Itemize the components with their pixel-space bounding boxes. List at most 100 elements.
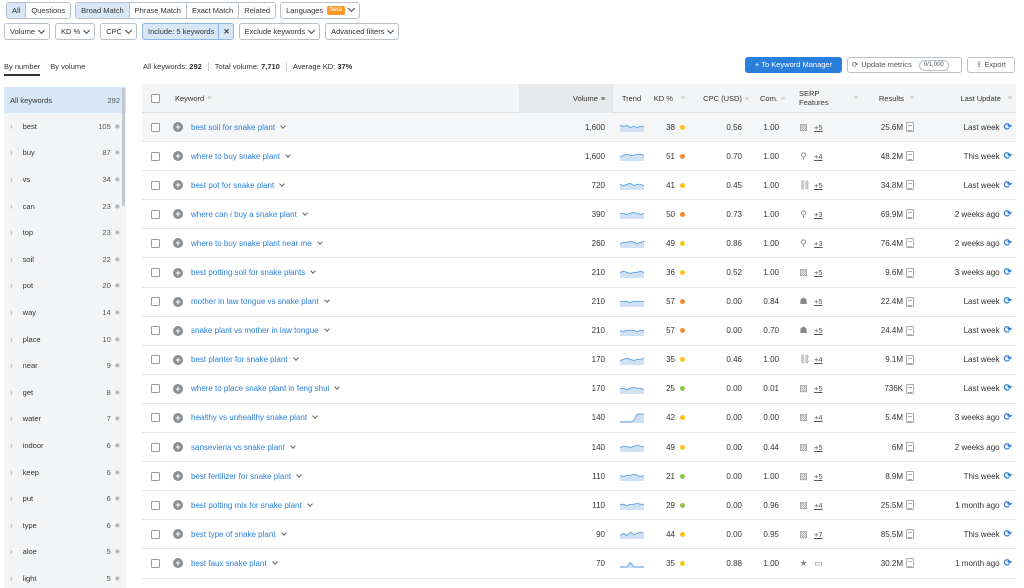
kd-filter[interactable]: KD % [55, 23, 96, 40]
tab-all[interactable]: All [7, 2, 27, 18]
sidebar-scrollbar[interactable] [122, 88, 125, 206]
chevron-down-icon[interactable] [280, 122, 286, 129]
serp-more-link[interactable]: +5 [814, 268, 823, 277]
keyword-link[interactable]: where to buy snake plant near me [191, 239, 312, 248]
add-icon[interactable]: + [173, 151, 183, 162]
serp-more-link[interactable]: +3 [814, 239, 823, 248]
select-all-checkbox[interactable] [151, 93, 160, 103]
keyword-link[interactable]: best fertilizer for snake plant [191, 472, 291, 481]
eye-icon[interactable]: ◉ [115, 123, 120, 130]
add-icon[interactable]: + [173, 267, 183, 278]
document-icon[interactable] [906, 238, 914, 249]
keyword-link[interactable]: best faux snake plant [191, 559, 267, 568]
sidebar-item-soil[interactable]: › soil 22 ◉ [4, 246, 126, 273]
refresh-icon[interactable]: ⟳ [1004, 442, 1012, 453]
sidebar-item-buy[interactable]: › buy 87 ◉ [4, 140, 126, 167]
sidebar-item-can[interactable]: › can 23 ◉ [4, 193, 126, 220]
document-icon[interactable] [906, 500, 914, 511]
add-icon[interactable]: + [173, 500, 183, 511]
refresh-icon[interactable]: ⟳ [1004, 354, 1012, 365]
row-checkbox[interactable] [151, 122, 160, 132]
serp-more-link[interactable]: +4 [814, 152, 823, 161]
sidebar-item-put[interactable]: › put 6 ◉ [4, 485, 126, 512]
serp-more-link[interactable]: +3 [814, 210, 823, 219]
refresh-icon[interactable]: ⟳ [1004, 151, 1012, 162]
sidebar-item-get[interactable]: › get 8 ◉ [4, 379, 126, 406]
document-icon[interactable] [906, 412, 914, 423]
row-checkbox[interactable] [151, 297, 160, 307]
add-icon[interactable]: + [173, 471, 183, 482]
chevron-down-icon[interactable] [280, 530, 287, 536]
keyword-link[interactable]: best potting soil for snake plants [191, 268, 305, 277]
tab-questions[interactable]: Questions [26, 2, 71, 18]
refresh-icon[interactable]: ⟳ [1004, 296, 1012, 307]
keyword-link[interactable]: where to buy snake plant [191, 152, 280, 161]
eye-icon[interactable]: ◉ [115, 282, 120, 289]
eye-icon[interactable]: ◉ [115, 495, 120, 502]
chevron-down-icon[interactable] [316, 239, 323, 245]
sidebar-item-top[interactable]: › top 23 ◉ [4, 219, 126, 246]
keyword-link[interactable]: where to place snake plant in feng shui [191, 384, 329, 393]
refresh-icon[interactable]: ⟳ [1004, 180, 1012, 191]
chevron-down-icon[interactable] [310, 268, 317, 274]
row-checkbox[interactable] [151, 326, 160, 336]
sidebar-item-water[interactable]: › water 7 ◉ [4, 406, 126, 433]
tab-by-volume[interactable]: By volume [50, 62, 85, 76]
tab-related[interactable]: Related [239, 2, 276, 18]
keyword-link[interactable]: healthy vs unhealthy snake plant [191, 413, 307, 422]
col-cpc[interactable]: CPC (USD) [703, 94, 742, 103]
document-icon[interactable] [906, 122, 914, 133]
sidebar-item-best[interactable]: › best 105 ◉ [4, 113, 126, 140]
eye-icon[interactable]: ◉ [115, 149, 120, 156]
to-keyword-manager-button[interactable]: + To Keyword Manager [745, 57, 842, 73]
eye-icon[interactable]: ◉ [115, 389, 120, 396]
sidebar-item-keep[interactable]: › keep 6 ◉ [4, 459, 126, 486]
col-keyword[interactable]: Keyword [175, 94, 204, 103]
serp-more-link[interactable]: +5 [814, 326, 823, 335]
row-checkbox[interactable] [151, 355, 160, 365]
cpc-filter[interactable]: CPC [100, 23, 138, 40]
row-checkbox[interactable] [151, 238, 160, 248]
add-icon[interactable]: + [173, 442, 183, 453]
add-icon[interactable]: + [173, 412, 183, 423]
serp-more-link[interactable]: +5 [814, 443, 823, 452]
eye-icon[interactable]: ◉ [115, 203, 120, 210]
eye-icon[interactable]: ◉ [115, 309, 120, 316]
chevron-down-icon[interactable] [285, 151, 291, 158]
row-checkbox[interactable] [151, 442, 160, 452]
add-icon[interactable]: + [173, 122, 183, 133]
refresh-icon[interactable]: ⟳ [1004, 529, 1012, 540]
tab-by-number[interactable]: By number [4, 62, 41, 76]
row-checkbox[interactable] [151, 471, 160, 481]
row-checkbox[interactable] [151, 268, 160, 278]
add-icon[interactable]: + [173, 325, 183, 336]
col-results[interactable]: Results [879, 94, 904, 103]
add-icon[interactable]: + [173, 558, 183, 569]
sidebar-item-pot[interactable]: › pot 20 ◉ [4, 273, 126, 300]
sidebar-item-all-keywords[interactable]: All keywords 292 [4, 87, 126, 113]
serp-more-link[interactable]: +4 [814, 355, 823, 364]
keyword-link[interactable]: best type of snake plant [191, 530, 276, 539]
refresh-icon[interactable]: ⟳ [1004, 500, 1012, 511]
eye-icon[interactable]: ◉ [115, 229, 120, 236]
eye-icon[interactable]: ◉ [115, 415, 120, 422]
chevron-down-icon[interactable] [323, 326, 330, 333]
chevron-down-icon[interactable] [289, 442, 296, 449]
add-icon[interactable]: + [173, 354, 183, 365]
refresh-icon[interactable]: ⟳ [1004, 325, 1012, 336]
keyword-link[interactable]: best potting mix for snake plant [191, 501, 302, 510]
serp-more-link[interactable]: +5 [814, 297, 823, 306]
document-icon[interactable] [906, 296, 914, 307]
row-checkbox[interactable] [151, 384, 160, 394]
keyword-link[interactable]: best soil for snake plant [191, 123, 275, 132]
refresh-icon[interactable]: ⟳ [1004, 558, 1012, 569]
row-checkbox[interactable] [151, 209, 160, 219]
refresh-icon[interactable]: ⟳ [1004, 209, 1012, 220]
document-icon[interactable] [906, 180, 914, 191]
chevron-down-icon[interactable] [271, 559, 278, 565]
col-trend[interactable]: Trend [622, 94, 641, 103]
keyword-link[interactable]: sansevieria vs snake plant [191, 443, 285, 452]
chevron-down-icon[interactable] [296, 471, 302, 478]
sidebar-item-vs[interactable]: › vs 34 ◉ [4, 166, 126, 193]
chevron-down-icon[interactable] [292, 355, 299, 362]
